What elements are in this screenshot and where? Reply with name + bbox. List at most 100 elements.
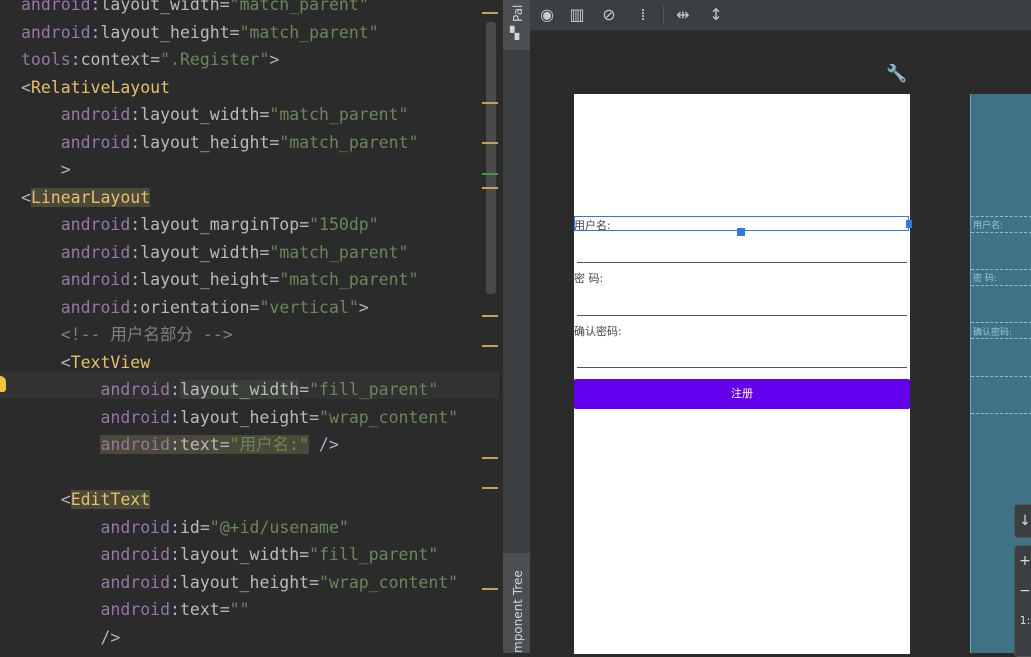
error-stripe-marker[interactable] (482, 345, 498, 347)
code-line[interactable]: <TextView (21, 349, 150, 376)
code-token: "150dp" (309, 215, 379, 234)
code-line[interactable]: android:layout_height="match_parent" (21, 19, 379, 46)
code-token: > (60, 160, 71, 179)
confirm-password-edittext[interactable] (577, 367, 907, 368)
error-stripe-marker[interactable] (482, 315, 498, 317)
blueprint-row (971, 269, 1031, 270)
code-token: "" (229, 600, 250, 619)
code-line[interactable]: android:layout_width="fill_parent" (21, 541, 438, 568)
code-token: "fill_parent" (309, 380, 439, 399)
code-token: layout_height (140, 270, 270, 289)
zoom-ratio-button[interactable]: 1: (1015, 606, 1031, 636)
blueprint-username-label: 用户名: (973, 221, 1004, 231)
blueprint-row (971, 322, 1031, 323)
code-line[interactable]: android:layout_marginTop="150dp" (21, 211, 379, 238)
code-token: "match_parent" (279, 270, 419, 289)
code-line[interactable]: <LinearLayout (21, 184, 151, 211)
code-token: layout_width (179, 545, 300, 564)
zoom-controls: + − 1: (1014, 545, 1031, 657)
blueprint-icon[interactable]: ▥ (566, 4, 588, 26)
code-line[interactable]: android:layout_width="match_parent" (21, 101, 409, 128)
error-stripe-marker[interactable] (482, 12, 498, 14)
magnet-off-icon[interactable]: ⊘ (598, 4, 620, 26)
error-stripe-marker[interactable] (482, 457, 498, 459)
code-line[interactable]: tools:context=".Register"> (21, 46, 279, 73)
palette-icon: ▚ (510, 26, 520, 40)
palette-tab[interactable]: Pal ▚ (503, 0, 530, 50)
eye-icon[interactable]: ◉ (536, 4, 558, 26)
code-token: id (179, 517, 200, 537)
error-stripe-marker[interactable] (482, 487, 498, 489)
code-line[interactable]: android:layout_width="fill_parent" (21, 376, 438, 403)
code-token: orientation (140, 297, 250, 317)
code-token: < (21, 77, 31, 97)
password-label[interactable]: 密 码: (574, 270, 603, 286)
code-line[interactable]: android:text="" (21, 596, 250, 623)
code-token: android (60, 242, 131, 262)
error-stripe-marker[interactable] (482, 187, 498, 189)
error-stripe-marker[interactable] (482, 142, 498, 144)
code-line[interactable]: android:id="@+id/usename" (21, 514, 348, 541)
code-line[interactable]: > (21, 156, 71, 183)
code-token: : (170, 517, 180, 537)
code-line[interactable]: android:layout_height="match_parent" (21, 129, 419, 156)
code-token: <!-- 用户名部分 --> (60, 325, 233, 344)
code-token: "match_parent" (239, 22, 379, 42)
code-token: layout_width (140, 242, 260, 262)
username-edittext[interactable] (577, 262, 907, 263)
code-token: "match_parent" (229, 0, 369, 14)
change-stripe-marker[interactable] (482, 173, 498, 175)
code-token: = (299, 380, 310, 399)
component-tree-tab[interactable]: mponent Tree (503, 553, 530, 653)
resize-handle-right[interactable] (906, 220, 912, 228)
error-stripe-marker[interactable] (482, 588, 498, 590)
code-line[interactable]: android:layout_height="wrap_content" (21, 569, 458, 596)
code-token: = (299, 545, 310, 564)
code-line[interactable]: <RelativeLayout (21, 74, 170, 101)
code-line[interactable]: <!-- 用户名部分 --> (21, 321, 233, 348)
blueprint-row (971, 413, 1031, 414)
code-token: context (80, 50, 151, 69)
lightbulb-icon[interactable] (0, 376, 6, 392)
editor-scrollbar[interactable] (486, 22, 496, 294)
register-button[interactable]: 注册 (574, 379, 910, 409)
code-line[interactable]: android:text="用户名:" /> (21, 431, 339, 458)
code-editor[interactable]: android:layout_width="match_parent" andro… (0, 0, 499, 653)
wrench-icon[interactable]: 🔧 (886, 64, 907, 84)
blueprint-row (971, 285, 1031, 286)
code-token: EditText (70, 490, 151, 509)
code-token: layout_marginTop (140, 215, 300, 234)
error-stripe-marker[interactable] (482, 102, 498, 104)
code-token: = (219, 600, 230, 619)
code-line[interactable]: android:orientation="vertical"> (21, 294, 369, 321)
pack-vertical-icon[interactable]: ↕ (705, 4, 727, 26)
pan-button[interactable]: ↓ (1014, 504, 1031, 538)
constraint-errors-icon[interactable]: ⁞ (632, 4, 654, 26)
code-line[interactable]: android:layout_height="wrap_content" (21, 404, 458, 431)
code-token: RelativeLayout (30, 77, 171, 97)
zoom-in-button[interactable]: + (1015, 546, 1031, 576)
code-token: > (269, 50, 280, 69)
code-line[interactable]: android:layout_width="match_parent" (21, 239, 409, 266)
code-token: android (100, 572, 171, 592)
code-line[interactable]: android:layout_width="match_parent" (21, 0, 369, 18)
code-token: android (60, 297, 131, 317)
password-edittext[interactable] (577, 315, 907, 316)
code-token: > (358, 297, 369, 317)
pack-horizontal-icon[interactable]: ⇹ (672, 4, 694, 26)
code-token: = (309, 407, 320, 427)
confirm-password-label[interactable]: 确认密码: (574, 323, 622, 339)
code-line[interactable]: <EditText (21, 486, 151, 513)
code-token: android (100, 517, 171, 537)
code-token: : (90, 22, 101, 42)
code-line[interactable]: android:layout_height="match_parent" (21, 266, 419, 293)
resize-handle-bottom[interactable] (737, 228, 745, 236)
zoom-out-button[interactable]: − (1015, 576, 1031, 606)
phone-preview[interactable]: 用户名: 密 码: 确认密码: 注册 (574, 94, 912, 654)
code-line[interactable]: /> (21, 624, 120, 651)
